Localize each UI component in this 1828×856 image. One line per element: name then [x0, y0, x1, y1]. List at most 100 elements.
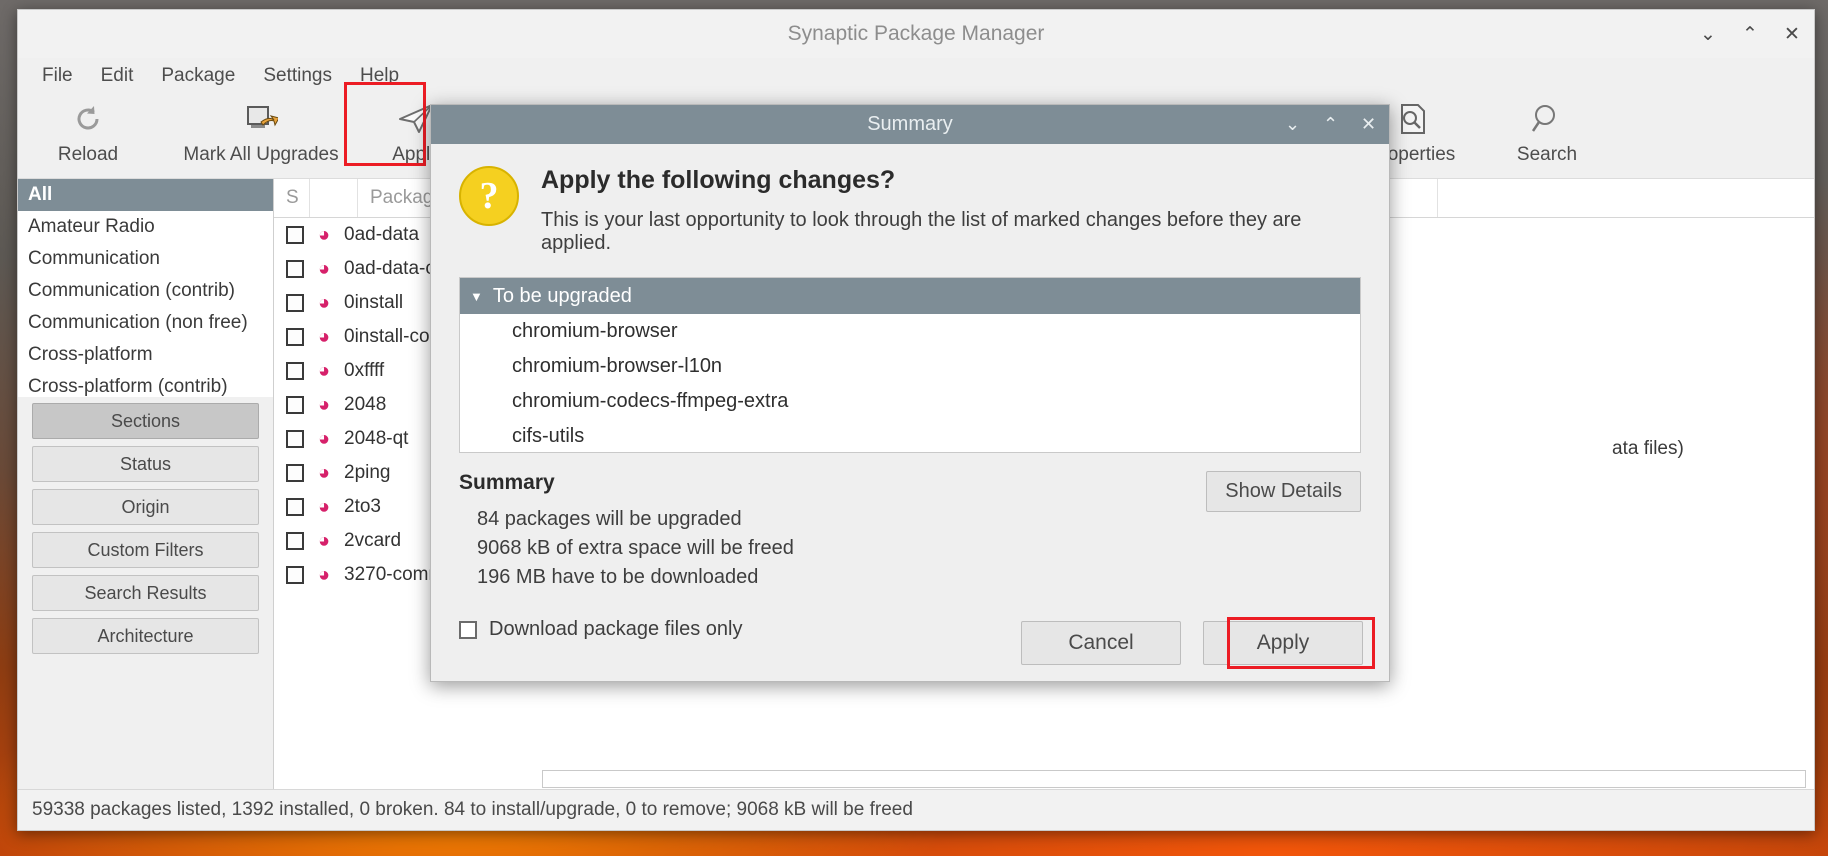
changes-list[interactable]: ▼ To be upgraded chromium-browser chromi…: [459, 277, 1361, 453]
toolbar-label-reload: Reload: [57, 144, 119, 165]
main-titlebar: Synaptic Package Manager ⌄ ⌃ ✕: [18, 10, 1814, 58]
package-checkbox[interactable]: [286, 226, 304, 244]
sidebar-item-cross-platform[interactable]: Cross-platform: [18, 339, 273, 371]
sidebar-item-all[interactable]: All: [18, 179, 273, 211]
package-name: 2to3: [344, 496, 381, 517]
show-details-button[interactable]: Show Details: [1206, 471, 1361, 512]
summary-lines: 84 packages will be upgraded 9068 kB of …: [459, 505, 794, 592]
sidebar-item-cross-platform-contrib[interactable]: Cross-platform (contrib): [18, 371, 273, 397]
debian-package-icon: ◕: [317, 563, 331, 586]
filter-button-group: Sections Status Origin Custom Filters Se…: [18, 397, 273, 658]
package-checkbox[interactable]: [286, 532, 304, 550]
dialog-close-icon[interactable]: ✕: [1361, 114, 1376, 135]
dialog-footer: Cancel Apply: [431, 605, 1389, 681]
filter-button-custom-filters[interactable]: Custom Filters: [32, 532, 259, 568]
package-checkbox[interactable]: [286, 294, 304, 312]
column-header-icon[interactable]: [310, 179, 358, 217]
package-description-pane: the history of We and 500 A.D. The graph…: [542, 770, 1814, 789]
debian-package-icon: ◕: [317, 291, 331, 314]
debian-package-icon: ◕: [317, 495, 331, 518]
dialog-minimize-icon[interactable]: ⌄: [1285, 114, 1300, 135]
package-checkbox[interactable]: [286, 396, 304, 414]
dialog-subtext: This is your last opportunity to look th…: [541, 209, 1302, 254]
package-name: 2ping: [344, 462, 391, 483]
debian-package-icon: ◕: [317, 427, 331, 450]
menu-item-package[interactable]: Package: [151, 62, 245, 90]
package-name: 0install: [344, 292, 404, 313]
package-name: 0xffff: [344, 360, 385, 381]
menu-item-file[interactable]: File: [32, 62, 83, 90]
filter-button-origin[interactable]: Origin: [32, 489, 259, 525]
chevron-down-icon[interactable]: ▼: [470, 289, 483, 304]
description-line: the history of We: [555, 779, 1793, 787]
toolbar-button-search[interactable]: Search: [1482, 94, 1612, 166]
package-data-files-text: ata files): [1612, 438, 1684, 459]
minimize-icon[interactable]: ⌄: [1700, 25, 1716, 44]
list-item[interactable]: chromium-browser: [460, 314, 1360, 349]
debian-package-icon: ◕: [317, 223, 331, 246]
sidebar: All Amateur Radio Communication Communic…: [18, 179, 274, 789]
sidebar-item-amateur-radio[interactable]: Amateur Radio: [18, 211, 273, 243]
dialog-titlebar: Summary ⌄ ⌃ ✕: [431, 105, 1389, 144]
menu-item-edit[interactable]: Edit: [91, 62, 144, 90]
filter-button-sections[interactable]: Sections: [32, 403, 259, 439]
package-name: 2vcard: [344, 530, 402, 551]
changes-group-label: To be upgraded: [492, 284, 632, 307]
dialog-window-controls: ⌄ ⌃ ✕: [1285, 114, 1376, 135]
package-name: 2048-qt: [344, 428, 409, 449]
list-item[interactable]: cifs-utils: [460, 419, 1360, 452]
menu-item-help[interactable]: Help: [350, 62, 409, 90]
mark-all-upgrades-icon: [244, 100, 278, 138]
sidebar-item-communication-contrib[interactable]: Communication (contrib): [18, 275, 273, 307]
summary-line-upgraded: 84 packages will be upgraded: [477, 508, 742, 530]
filter-button-status[interactable]: Status: [32, 446, 259, 482]
list-item[interactable]: chromium-codecs-ffmpeg-extra: [460, 384, 1360, 419]
category-list[interactable]: All Amateur Radio Communication Communic…: [18, 179, 273, 397]
package-checkbox[interactable]: [286, 260, 304, 278]
debian-package-icon: ◕: [317, 461, 331, 484]
package-description-text: the history of We and 500 A.D. The graph…: [542, 770, 1806, 788]
maximize-icon[interactable]: ⌃: [1742, 25, 1758, 44]
package-checkbox[interactable]: [286, 464, 304, 482]
menubar: File Edit Package Settings Help: [18, 58, 1814, 94]
toolbar-button-mark-all-upgrades[interactable]: Mark All Upgrades: [152, 94, 370, 166]
dialog-body: ? Apply the following changes? This is y…: [431, 144, 1389, 640]
package-name: 2048: [344, 394, 387, 415]
sidebar-item-communication[interactable]: Communication: [18, 243, 273, 275]
cancel-button[interactable]: Cancel: [1021, 621, 1181, 665]
page-title: Synaptic Package Manager: [787, 22, 1045, 45]
dialog-heading: Apply the following changes?: [541, 166, 896, 194]
list-item[interactable]: chromium-browser-l10n: [460, 349, 1360, 384]
status-bar: 59338 packages listed, 1392 installed, 0…: [18, 789, 1814, 830]
package-checkbox[interactable]: [286, 328, 304, 346]
package-checkbox[interactable]: [286, 430, 304, 448]
changes-group-header[interactable]: ▼ To be upgraded: [460, 278, 1360, 314]
summary-line-download: 196 MB have to be downloaded: [477, 566, 759, 588]
column-header-status[interactable]: S: [274, 179, 310, 217]
package-checkbox[interactable]: [286, 566, 304, 584]
dialog-prompt: ? Apply the following changes? This is y…: [459, 166, 1361, 255]
search-icon: [1530, 100, 1564, 138]
filter-button-search-results[interactable]: Search Results: [32, 575, 259, 611]
package-checkbox[interactable]: [286, 498, 304, 516]
toolbar-button-reload[interactable]: Reload: [24, 94, 152, 166]
filter-button-architecture[interactable]: Architecture: [32, 618, 259, 654]
menu-item-settings[interactable]: Settings: [253, 62, 342, 90]
question-icon: ?: [459, 166, 519, 226]
toolbar-label-mark-all-upgrades: Mark All Upgrades: [183, 144, 339, 165]
debian-package-icon: ◕: [317, 529, 331, 552]
dialog-title: Summary: [867, 113, 953, 135]
apply-button[interactable]: Apply: [1203, 621, 1363, 665]
debian-package-icon: ◕: [317, 393, 331, 416]
debian-package-icon: ◕: [317, 325, 331, 348]
properties-icon: [1395, 100, 1429, 138]
summary-line-space: 9068 kB of extra space will be freed: [477, 537, 794, 559]
debian-package-icon: ◕: [317, 257, 331, 280]
summary-dialog: Summary ⌄ ⌃ ✕ ? Apply the following chan…: [430, 104, 1390, 682]
dialog-maximize-icon[interactable]: ⌃: [1323, 114, 1338, 135]
package-name: 0ad-data: [344, 224, 420, 245]
summary-section: Summary 84 packages will be upgraded 906…: [459, 471, 1361, 592]
sidebar-item-communication-non-free[interactable]: Communication (non free): [18, 307, 273, 339]
close-icon[interactable]: ✕: [1784, 25, 1800, 44]
package-checkbox[interactable]: [286, 362, 304, 380]
